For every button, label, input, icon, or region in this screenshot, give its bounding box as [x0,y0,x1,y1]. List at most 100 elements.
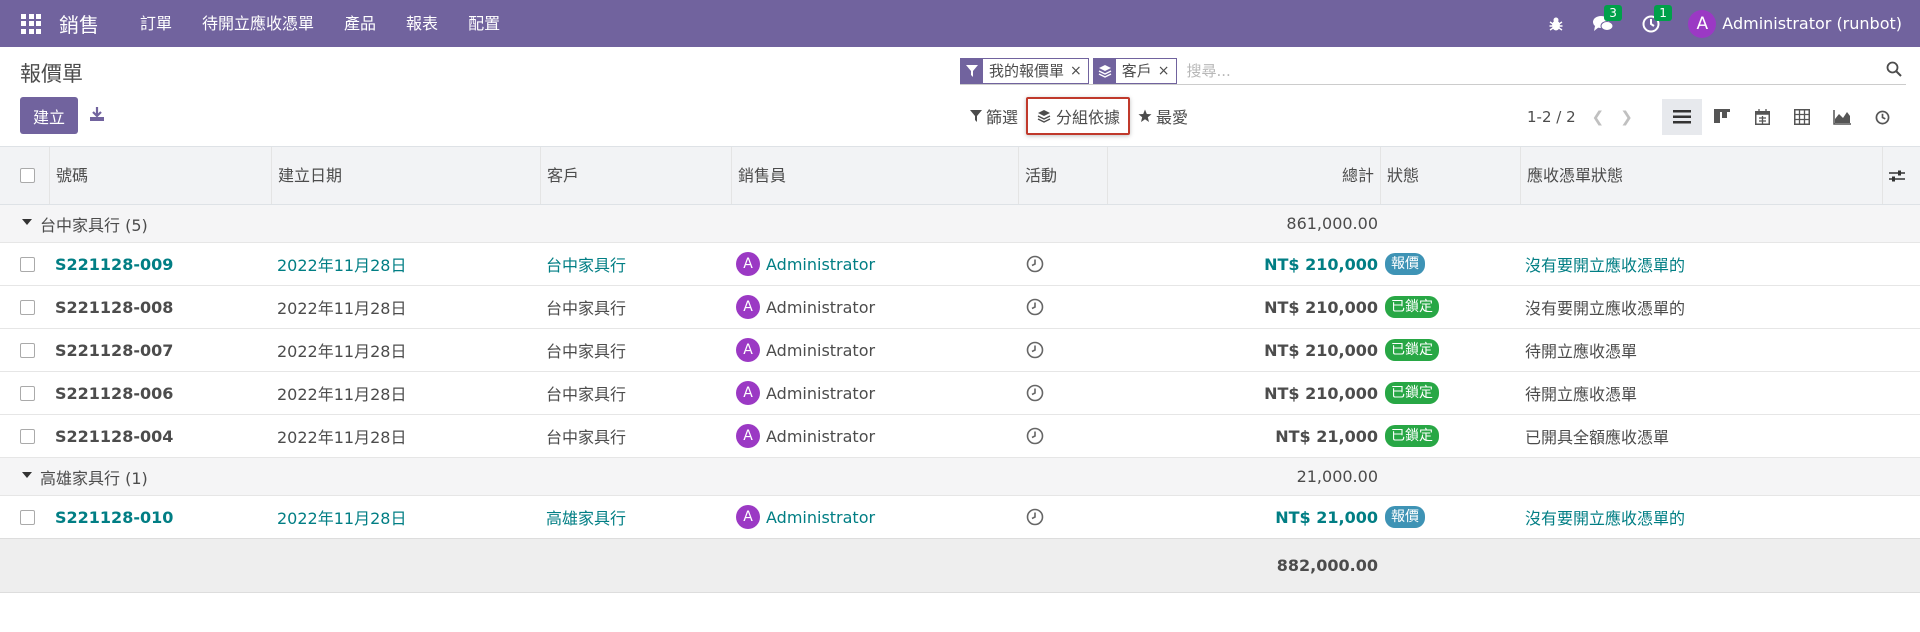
calendar-view-icon[interactable] [1742,99,1782,135]
invoice-status: 沒有要開立應收憑單的 [1525,509,1686,528]
column-date[interactable]: 建立日期 [272,147,541,204]
status-badge: 報價 [1385,253,1425,275]
column-activity[interactable]: 活動 [1019,147,1108,204]
pager-next-icon[interactable]: ❯ [1620,108,1633,126]
state-cell: 已鎖定 [1385,372,1439,414]
row-checkbox[interactable] [20,509,35,525]
menu-products[interactable]: 產品 [329,0,391,47]
activity-clock-icon[interactable] [1026,372,1044,414]
app-brand[interactable]: 銷售 [59,9,99,38]
optional-columns-toggle-icon[interactable] [1883,147,1920,204]
salesperson: A Administrator [736,329,875,371]
order-number[interactable]: S221128-008 [55,286,173,328]
column-state[interactable]: 狀態 [1381,147,1521,204]
row-checkbox[interactable] [20,428,35,444]
row-select [20,496,35,538]
navbar-systray: 3 1 A Administrator (runbot) [1534,0,1920,47]
menu-to-invoice[interactable]: 待開立應收憑單 [187,0,329,47]
group-row[interactable]: 台中家具行 (5) 861,000.00 [0,205,1920,243]
kanban-view-icon[interactable] [1702,99,1742,135]
salesperson: A Administrator [736,372,875,414]
group-label: 台中家具行 (5) [40,215,148,235]
table-row[interactable]: S221128-004 2022年11月28日 台中家具行 A Administrato… [0,415,1920,458]
activity-clock-icon[interactable] [1026,243,1044,285]
activity-clock-icon[interactable] [1026,496,1044,538]
pager-previous-icon[interactable]: ❮ [1592,108,1605,126]
star-icon [1138,109,1152,122]
favorites-dropdown-button[interactable]: 最愛 [1130,97,1196,135]
search-input[interactable] [1180,57,1906,84]
messages-icon[interactable]: 3 [1592,4,1622,33]
table-row[interactable]: S221128-007 2022年11月28日 台中家具行 A Administrato… [0,329,1920,372]
activity-clock-icon[interactable] [1026,415,1044,457]
activities-clock-icon[interactable]: 1 [1642,4,1672,33]
main-menu: 訂單 待開立應收憑單 產品 報表 配置 [125,0,515,47]
user-menu-name[interactable]: Administrator (runbot) [1722,14,1902,33]
download-icon[interactable] [89,106,105,126]
column-customer[interactable]: 客戶 [541,147,732,204]
invoice-status: 沒有要開立應收憑單的 [1525,256,1686,275]
row-checkbox[interactable] [20,256,35,272]
status-badge: 報價 [1385,506,1425,528]
caret-down-icon [22,219,32,225]
column-number[interactable]: 號碼 [50,147,272,204]
messages-count-badge: 3 [1604,4,1622,21]
group-header[interactable]: 台中家具行 (5) [22,205,148,242]
group-row[interactable]: 高雄家具行 (1) 21,000.00 [0,458,1920,496]
menu-reporting[interactable]: 報表 [391,0,453,47]
pivot-view-icon[interactable] [1782,99,1822,135]
table-row[interactable]: S221128-009 2022年11月28日 台中家具行 A Administrato… [0,243,1920,286]
select-all-checkbox[interactable] [20,168,35,183]
search-icon[interactable] [1886,61,1902,81]
activity-clock-icon[interactable] [1026,329,1044,371]
breadcrumb-title: 報價單 [20,62,83,86]
status-badge: 已鎖定 [1385,339,1439,361]
order-number[interactable]: S221128-007 [55,329,173,371]
graph-view-icon[interactable] [1822,99,1862,135]
create-button[interactable]: 建立 [20,97,78,134]
facet-filter-remove-icon[interactable]: × [1070,63,1088,79]
table-row[interactable]: S221128-008 2022年11月28日 台中家具行 A Administrato… [0,286,1920,329]
order-number[interactable]: S221128-009 [55,243,173,285]
order-number[interactable]: S221128-006 [55,372,173,414]
view-switcher [1662,99,1902,135]
group-header[interactable]: 高雄家具行 (1) [22,458,148,495]
list-view-icon[interactable] [1662,99,1702,135]
row-select [20,286,35,328]
facet-groupby-remove-icon[interactable]: × [1158,63,1176,79]
apps-menu-icon[interactable] [21,13,41,34]
debug-bug-icon[interactable] [1548,16,1564,32]
salesperson: A Administrator [736,243,875,285]
salesperson-name: Administrator [766,340,876,360]
state-cell: 報價 [1385,496,1425,538]
table-row[interactable]: S221128-006 2022年11月28日 台中家具行 A Administrato… [0,372,1920,415]
groupby-dropdown-button[interactable]: 分組依據 [1026,97,1131,135]
column-salesperson[interactable]: 銷售員 [732,147,1019,204]
order-date: 2022年11月28日 [277,509,407,528]
row-checkbox[interactable] [20,299,35,315]
salesperson-name: Administrator [766,426,876,446]
column-invoice-status[interactable]: 應收憑單狀態 [1521,147,1883,204]
row-select [20,243,35,285]
layers-icon [1037,110,1051,123]
order-number[interactable]: S221128-004 [55,415,173,457]
invoice-status: 沒有要開立應收憑單的 [1525,299,1686,318]
row-checkbox[interactable] [20,342,35,358]
state-cell: 報價 [1385,243,1425,285]
menu-configuration[interactable]: 配置 [453,0,515,47]
filters-dropdown-button[interactable]: 篩選 [962,97,1026,135]
column-total[interactable]: 總計 [1108,147,1381,204]
pager-value[interactable]: 1-2 / 2 [1527,108,1576,126]
group-label: 高雄家具行 (1) [40,468,148,488]
table-row[interactable]: S221128-010 2022年11月28日 高雄家具行 A Administrato… [0,496,1920,539]
activity-view-icon[interactable] [1862,99,1902,135]
salesperson: A Administrator [736,496,875,538]
search-bar: 我的報價單 × 客戶 × [960,57,1906,85]
row-checkbox[interactable] [20,385,35,401]
row-select [20,329,35,371]
user-avatar[interactable]: A [1688,9,1717,38]
menu-orders[interactable]: 訂單 [125,0,187,47]
order-number[interactable]: S221128-010 [55,496,173,538]
salesperson-name: Administrator [766,383,876,403]
activity-clock-icon[interactable] [1026,286,1044,328]
